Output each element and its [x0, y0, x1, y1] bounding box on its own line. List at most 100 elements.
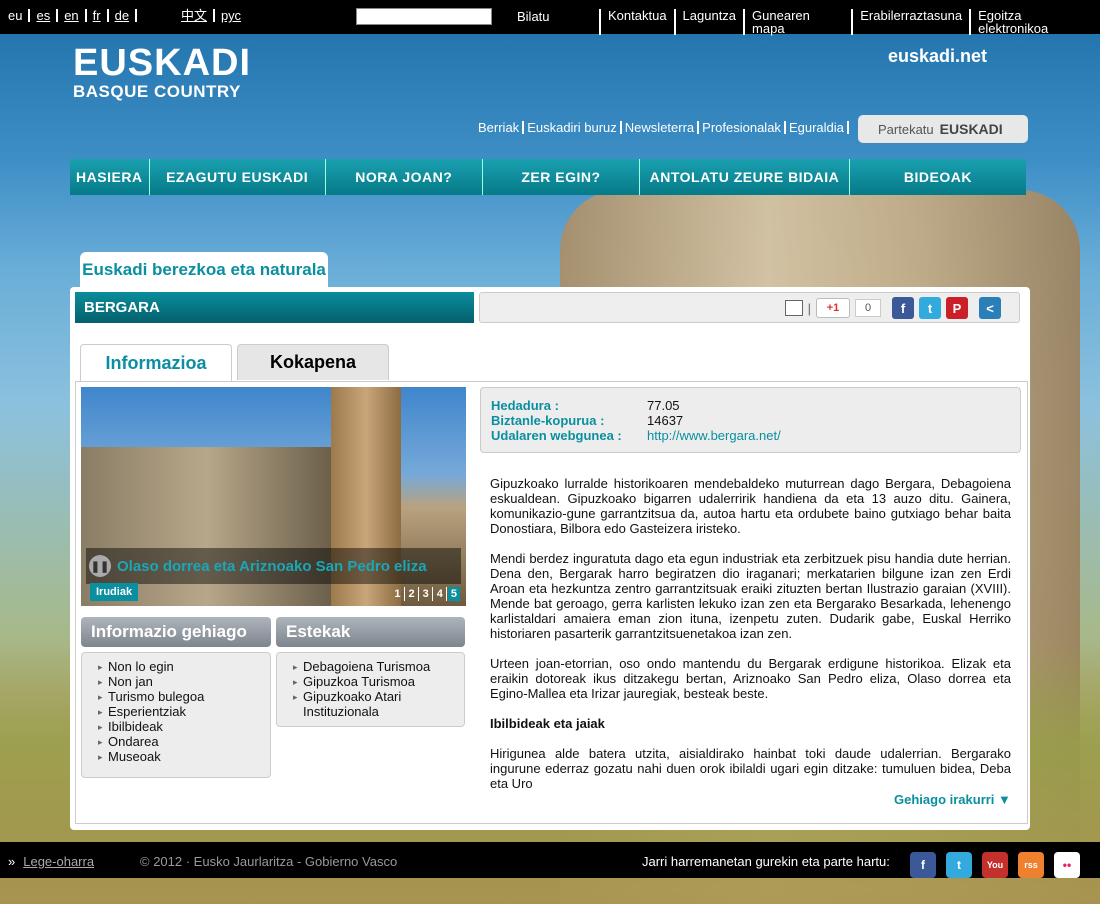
language-selector: eu es en fr de — [8, 9, 138, 22]
list-item[interactable]: Gipuzkoa Turismoa — [293, 674, 454, 690]
paragraph: Mendi berdez inguratuta dago eta egun in… — [490, 551, 1011, 641]
nav-bideoak[interactable]: BIDEOAK — [849, 159, 1026, 195]
link-egoitza-elektronikoa[interactable]: Egoitza elektronikoa — [969, 9, 1100, 35]
lang-eu[interactable]: eu — [8, 9, 31, 22]
nav-hasiera[interactable]: HASIERA — [70, 159, 150, 195]
link-berriak[interactable]: Berriak — [478, 121, 525, 134]
rss-icon[interactable]: rss — [1018, 852, 1044, 878]
facebook-icon[interactable]: f — [910, 852, 936, 878]
fact-label: Udalaren webgunea : — [491, 428, 622, 443]
pinterest-icon[interactable]: P — [946, 297, 968, 319]
paragraph: Gipuzkoako lurralde historikoaren mendeb… — [490, 476, 1011, 536]
legal-notice: » Lege-oharra — [8, 854, 94, 869]
nav-zer-egin[interactable]: ZER EGIN? — [482, 159, 641, 195]
twitter-icon[interactable]: t — [919, 297, 941, 319]
logo-line1: EUSKADI — [73, 42, 252, 84]
link-laguntza[interactable]: Laguntza — [673, 9, 744, 35]
photo-pagination: 1 2 3 4 5 — [391, 587, 460, 601]
euskadinet-logo[interactable]: euskadi.net — [888, 46, 987, 67]
gplus-count: 0 — [855, 299, 881, 317]
fact-row: Udalaren webgunea : http://www.bergara.n… — [491, 428, 1010, 443]
fact-label: Biztanle-kopurua : — [491, 413, 605, 428]
youtube-icon[interactable]: You — [982, 852, 1008, 878]
link-erabilerraztasuna[interactable]: Erabilerraztasuna — [851, 9, 969, 35]
fact-label: Hedadura : — [491, 398, 559, 413]
list-item[interactable]: Ibilbideak — [98, 719, 260, 735]
nav-antolatu-bidaia[interactable]: ANTOLATU ZEURE BIDAIA — [640, 159, 850, 195]
language-selector-2: 中文 рус — [181, 9, 247, 22]
website-link[interactable]: http://www.bergara.net/ — [647, 428, 781, 443]
facebook-icon[interactable]: f — [892, 297, 914, 319]
photo-slideshow[interactable]: ❚❚ Olaso dorrea eta Ariznoako San Pedro … — [81, 387, 466, 606]
fact-value: 14637 — [647, 413, 684, 428]
partekatu-euskadi-button[interactable]: Partekatu EUSKADI — [858, 115, 1028, 143]
list-item[interactable]: Esperientziak — [98, 704, 260, 720]
list-item[interactable]: Turismo bulegoa — [98, 689, 260, 705]
lang-fr[interactable]: fr — [87, 9, 109, 22]
nav-nora-joan[interactable]: NORA JOAN? — [325, 159, 483, 195]
links-box-title: Estekak — [276, 617, 465, 647]
list-item[interactable]: Gipuzkoako Atari Instituzionala — [293, 689, 454, 719]
info-box: Non lo egin Non jan Turismo bulegoa Espe… — [81, 652, 271, 778]
partekatu-label: Partekatu — [878, 121, 934, 137]
share-bar: | +1 0 f t P < — [479, 292, 1020, 323]
euskadi-logo[interactable]: EUSKADI BASQUE COUNTRY — [73, 44, 255, 104]
photo-caption-bar: ❚❚ Olaso dorrea eta Ariznoako San Pedro … — [86, 548, 461, 584]
footer: » Lege-oharra © 2012 · Eusko Jaurlaritza … — [0, 842, 1100, 878]
fact-row: Biztanle-kopurua : 14637 — [491, 413, 1010, 428]
info-box-title: Informazio gehiago — [81, 617, 271, 647]
lang-en[interactable]: en — [58, 9, 87, 22]
pause-icon[interactable]: ❚❚ — [89, 555, 111, 577]
tab-informazioa[interactable]: Informazioa — [80, 344, 232, 382]
photo-page-current[interactable]: 5 — [447, 587, 460, 601]
content-panel: BERGARA | +1 0 f t P < Informazioa Kokap… — [70, 287, 1030, 830]
gplus-button[interactable]: +1 — [816, 298, 850, 318]
twitter-icon[interactable]: t — [946, 852, 972, 878]
list-item[interactable]: Ondarea — [98, 734, 260, 750]
partekatu-brand: EUSKADI — [939, 121, 1003, 137]
lang-de[interactable]: de — [109, 9, 138, 22]
list-item[interactable]: Debagoiena Turismoa — [293, 659, 454, 675]
link-eguraldia[interactable]: Eguraldia — [786, 121, 849, 134]
link-kontaktua[interactable]: Kontaktua — [599, 9, 674, 35]
logo-line2: BASQUE COUNTRY — [73, 82, 241, 101]
secondary-nav: Berriak Euskadiri buruz Newsleterra Prof… — [478, 121, 849, 134]
main-nav: HASIERA EZAGUTU EUSKADI NORA JOAN? ZER E… — [70, 159, 1026, 195]
description: Gipuzkoako lurralde historikoaren mendeb… — [490, 476, 1011, 806]
photo-page[interactable]: 3 — [420, 587, 433, 601]
facts-box: Hedadura : 77.05 Biztanle-kopurua : 1463… — [480, 387, 1021, 453]
photo-page[interactable]: 1 — [391, 587, 405, 601]
search-input[interactable] — [356, 8, 492, 25]
list-item[interactable]: Museoak — [98, 749, 260, 765]
read-more-link[interactable]: Gehiago irakurri ▼ — [894, 792, 1011, 807]
utility-links: Kontaktua Laguntza Gunearen mapa Erabile… — [599, 9, 1100, 35]
nav-ezagutu-euskadi[interactable]: EZAGUTU EUSKADI — [149, 159, 326, 195]
lang-zh[interactable]: 中文 — [181, 9, 216, 22]
legal-link[interactable]: Lege-oharra — [23, 854, 94, 869]
top-bar: eu es en fr de 中文 рус Bilatu Kontaktua L… — [0, 0, 1100, 35]
fact-row: Hedadura : 77.05 — [491, 398, 1010, 413]
chevron-right-icon: » — [8, 854, 16, 869]
link-euskadiri-buruz[interactable]: Euskadiri buruz — [524, 121, 622, 134]
photo-page[interactable]: 4 — [434, 587, 447, 601]
link-profesionalak[interactable]: Profesionalak — [699, 121, 786, 134]
link-newsletterra[interactable]: Newsleterra — [622, 121, 700, 134]
flickr-icon[interactable]: •• — [1054, 852, 1080, 878]
search-button[interactable]: Bilatu — [517, 9, 550, 24]
photo-page[interactable]: 2 — [406, 587, 419, 601]
list-item[interactable]: Non jan — [98, 674, 260, 690]
lang-ru[interactable]: рус — [215, 9, 247, 22]
link-gunearen-mapa[interactable]: Gunearen mapa — [743, 9, 851, 35]
tab-kokapena[interactable]: Kokapena — [237, 344, 389, 380]
fact-value: 77.05 — [647, 398, 680, 413]
social-links: f t You rss •• — [910, 852, 1080, 878]
print-icon[interactable] — [784, 300, 803, 316]
list-item[interactable]: Non lo egin — [98, 659, 260, 675]
page-title: BERGARA — [75, 292, 474, 323]
section-title-tab: Euskadi berezkoa eta naturala — [80, 252, 328, 288]
lang-es[interactable]: es — [30, 9, 59, 22]
links-box: Debagoiena Turismoa Gipuzkoa Turismoa Gi… — [276, 652, 465, 727]
irudiak-label[interactable]: Irudiak — [90, 583, 139, 601]
subheading: Ibilbideak eta jaiak — [490, 716, 605, 731]
share-more-icon[interactable]: < — [979, 297, 1001, 319]
